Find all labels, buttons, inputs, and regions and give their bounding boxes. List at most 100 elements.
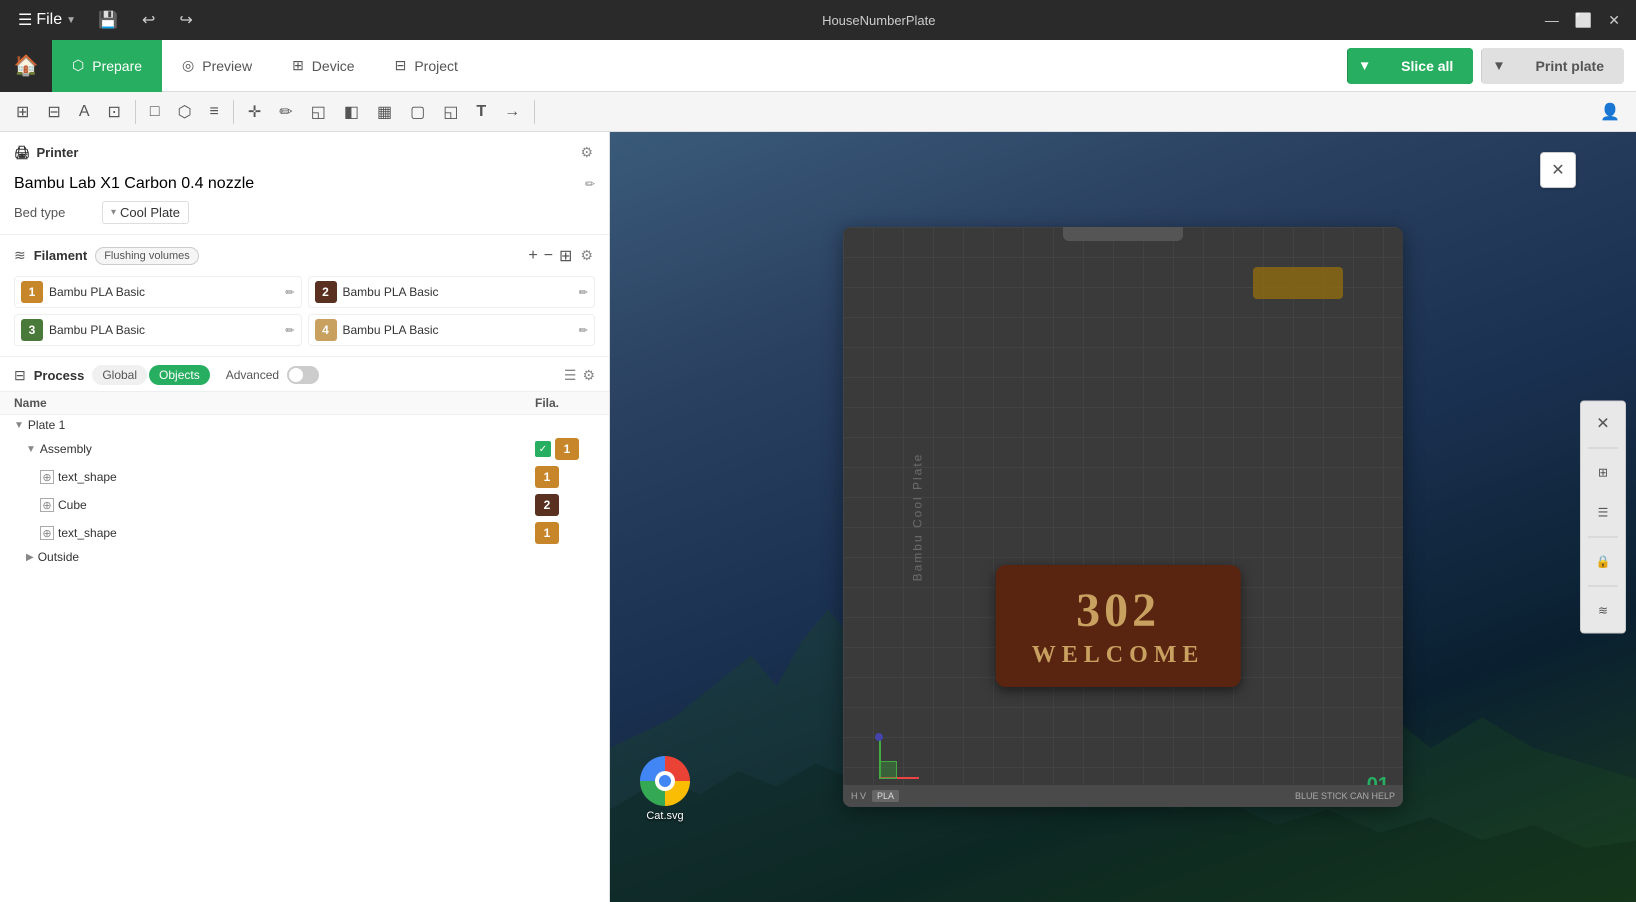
dropdown-arrow-icon: ▾ bbox=[111, 207, 116, 218]
welcome-plate[interactable]: 302 WELCOME bbox=[996, 565, 1241, 687]
titlebar: ☰ File ▼ 💾 ↩ ↪ HouseNumberPlate — ⬜ ✕ bbox=[0, 0, 1636, 40]
assembly-chevron-icon: ▼ bbox=[26, 444, 36, 455]
project-icon: ⊟ bbox=[395, 57, 407, 74]
cube-btn[interactable]: ▢ bbox=[402, 98, 433, 126]
left-panel: 🖨 Printer ⚙ Bambu Lab X1 Carbon 0.4 nozz… bbox=[0, 132, 610, 902]
tab-objects[interactable]: Objects bbox=[149, 365, 210, 385]
bed-type-select[interactable]: ▾ Cool Plate bbox=[102, 201, 189, 224]
redo-button[interactable]: ↪ bbox=[173, 8, 198, 32]
arrow-btn[interactable]: → bbox=[496, 99, 528, 125]
tab-prepare[interactable]: ⬡ Prepare bbox=[52, 40, 162, 92]
add-object-button[interactable]: ⊞ bbox=[8, 98, 37, 126]
printer-section: 🖨 Printer ⚙ Bambu Lab X1 Carbon 0.4 nozz… bbox=[0, 132, 609, 235]
process-list-button[interactable]: ☰ bbox=[564, 367, 577, 384]
printer-edit-button[interactable]: ✏ bbox=[585, 177, 595, 191]
menu-icon: ☰ bbox=[18, 10, 32, 30]
tree-item-assembly[interactable]: ▼ Assembly ✓ 1 bbox=[0, 435, 609, 463]
menu-dropdown-icon: ▼ bbox=[66, 15, 76, 26]
filament-item-2: 2 Bambu PLA Basic ✏ bbox=[308, 276, 596, 308]
filament-edit-1[interactable]: ✏ bbox=[285, 286, 294, 299]
close-window-button[interactable]: ✕ bbox=[1602, 10, 1626, 31]
grid-view-button[interactable]: ⊟ bbox=[39, 98, 68, 126]
print-dropdown-button[interactable]: ▼ bbox=[1481, 48, 1515, 83]
canvas-waves-btn[interactable]: ≋ bbox=[1585, 593, 1621, 629]
welcome-text: WELCOME bbox=[1032, 642, 1205, 669]
maximize-button[interactable]: ⬜ bbox=[1569, 10, 1598, 31]
auto-orient-button[interactable]: A bbox=[71, 99, 98, 125]
tab-device[interactable]: ⊞ Device bbox=[272, 40, 375, 92]
filament-section: ≋ Filament Flushing volumes + − ⊞ ⚙ 1 Ba… bbox=[0, 235, 609, 357]
tree-item-text-shape-2[interactable]: ⊕ text_shape 1 bbox=[0, 519, 609, 547]
save-button[interactable]: 💾 bbox=[92, 8, 124, 32]
list-btn[interactable]: ≡ bbox=[202, 99, 227, 125]
canvas-objects-btn[interactable]: ☰ bbox=[1585, 495, 1621, 531]
object-btn[interactable]: □ bbox=[142, 99, 168, 125]
toolbar-divider-3 bbox=[534, 100, 535, 124]
text-shape-2-icon: ⊕ bbox=[40, 526, 54, 540]
canvas-close-btn[interactable]: ✕ bbox=[1585, 406, 1621, 442]
tree-item-plate1[interactable]: ▼ Plate 1 bbox=[0, 415, 609, 435]
right-divider-3 bbox=[1588, 586, 1618, 587]
rotate-btn[interactable]: ◱ bbox=[303, 98, 334, 126]
blue-stick-label: BLUE STICK CAN HELP bbox=[1295, 791, 1395, 801]
filament-item-1: 1 Bambu PLA Basic ✏ bbox=[14, 276, 302, 308]
canvas-close-button[interactable]: ✕ bbox=[1540, 152, 1576, 188]
filament-settings-button[interactable]: ⚙ bbox=[578, 245, 595, 266]
user-btn[interactable]: 👤 bbox=[1592, 98, 1628, 126]
tab-preview[interactable]: ◎ Preview bbox=[162, 40, 272, 92]
filament-copy-button[interactable]: ⊞ bbox=[559, 245, 572, 266]
tree-item-cube[interactable]: ⊕ Cube 2 bbox=[0, 491, 609, 519]
tab-global[interactable]: Global bbox=[92, 365, 147, 385]
scale-btn[interactable]: ◧ bbox=[336, 98, 367, 126]
slice-dropdown-button[interactable]: ▼ bbox=[1347, 48, 1381, 83]
cube-label: Cube bbox=[58, 498, 87, 512]
filament-edit-2[interactable]: ✏ bbox=[579, 286, 588, 299]
tab-project[interactable]: ⊟ Project bbox=[375, 40, 478, 92]
flushing-volumes-button[interactable]: Flushing volumes bbox=[95, 247, 199, 265]
canvas-right-sidebar: ✕ ⊞ ☰ 🔒 ≋ bbox=[1580, 401, 1626, 634]
advanced-label: Advanced bbox=[226, 368, 279, 382]
filament-num-4: 4 bbox=[315, 319, 337, 341]
filament-name-1[interactable]: Bambu PLA Basic bbox=[49, 285, 145, 299]
move-btn[interactable]: ✛ bbox=[240, 98, 269, 126]
preview-label: Preview bbox=[202, 58, 252, 74]
split-button[interactable]: ⊡ bbox=[99, 98, 128, 126]
filament-name-2[interactable]: Bambu PLA Basic bbox=[343, 285, 439, 299]
filament-edit-4[interactable]: ✏ bbox=[579, 324, 588, 337]
slice-view-btn[interactable]: ▦ bbox=[369, 98, 400, 126]
slice-all-button[interactable]: Slice all bbox=[1381, 48, 1473, 84]
filament-add-button[interactable]: + bbox=[528, 245, 537, 266]
filament-edit-3[interactable]: ✏ bbox=[285, 324, 294, 337]
filament-title: Filament bbox=[34, 248, 87, 263]
print-bed[interactable]: // We'll generate grid lines via inline … bbox=[843, 227, 1403, 807]
filament-remove-button[interactable]: − bbox=[544, 245, 553, 266]
canvas-lock-btn[interactable]: 🔒 bbox=[1585, 544, 1621, 580]
canvas-layers-btn[interactable]: ⊞ bbox=[1585, 455, 1621, 491]
undo-button[interactable]: ↩ bbox=[136, 8, 161, 32]
prepare-icon: ⬡ bbox=[72, 57, 84, 74]
pencil-btn[interactable]: ✏ bbox=[271, 98, 300, 126]
tree-item-text-shape-1[interactable]: ⊕ text_shape 1 bbox=[0, 463, 609, 491]
project-label: Project bbox=[414, 58, 458, 74]
text-shape-1-fila: 1 bbox=[535, 466, 559, 488]
home-button[interactable]: 🏠 bbox=[0, 40, 52, 92]
tree-item-outside[interactable]: ▶ Outside bbox=[0, 547, 609, 567]
object-tree: Name Fila. ▼ Plate 1 ▼ Assembly ✓ bbox=[0, 392, 609, 567]
advanced-toggle[interactable] bbox=[287, 366, 319, 384]
bed-type-row: Bed type ▾ Cool Plate bbox=[14, 201, 595, 224]
filament-grid: 1 Bambu PLA Basic ✏ 2 Bambu PLA Basic ✏ … bbox=[14, 276, 595, 346]
print-plate-group: ▼ Print plate bbox=[1481, 48, 1624, 84]
file-menu[interactable]: ☰ File ▼ bbox=[10, 6, 84, 34]
process-settings-button[interactable]: ⚙ bbox=[582, 367, 595, 384]
filament-name-4[interactable]: Bambu PLA Basic bbox=[343, 323, 439, 337]
window-title: HouseNumberPlate bbox=[219, 13, 1539, 28]
filament-name-3[interactable]: Bambu PLA Basic bbox=[49, 323, 145, 337]
bed-top-bar bbox=[1063, 227, 1183, 241]
print-plate-button[interactable]: Print plate bbox=[1516, 48, 1624, 84]
mirror-btn[interactable]: ◱ bbox=[435, 98, 466, 126]
minimize-button[interactable]: — bbox=[1539, 10, 1565, 31]
text-tool-btn[interactable]: T bbox=[468, 99, 494, 125]
assembly-checkbox[interactable]: ✓ bbox=[535, 441, 551, 457]
text-btn[interactable]: ⬡ bbox=[170, 98, 200, 126]
printer-settings-button[interactable]: ⚙ bbox=[578, 142, 595, 163]
